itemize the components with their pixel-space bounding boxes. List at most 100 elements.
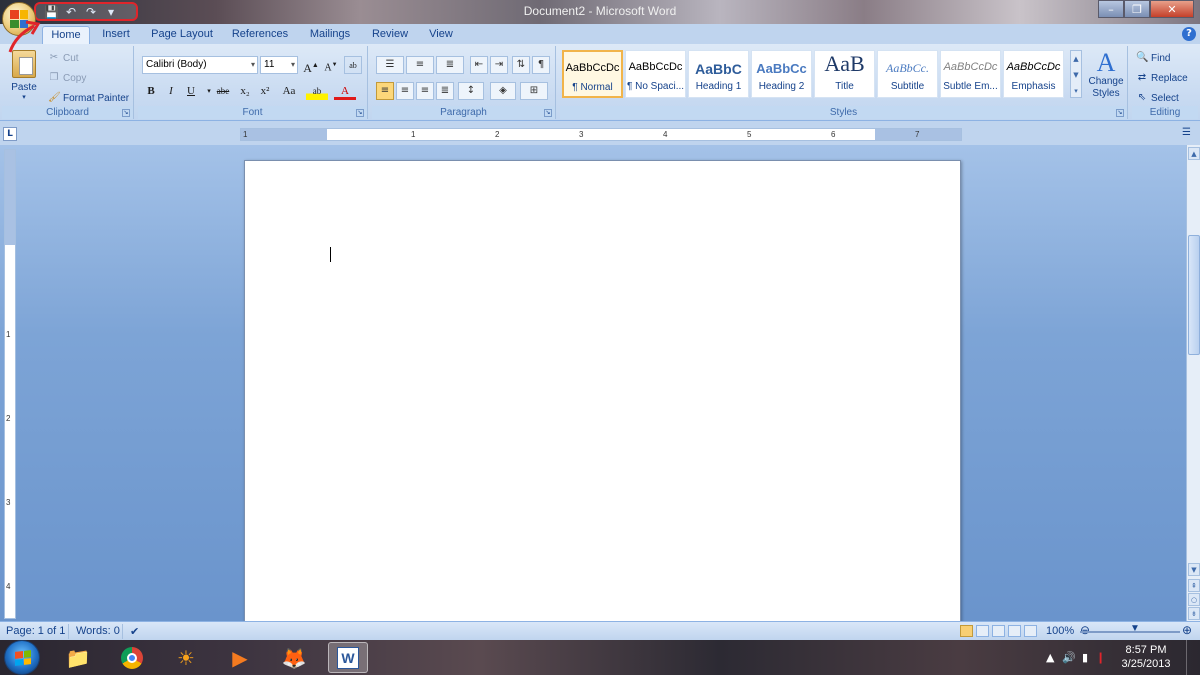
shrink-font-button[interactable]: A▼ <box>322 56 340 74</box>
borders-icon[interactable]: ⊞ <box>520 82 548 100</box>
web-layout-icon[interactable] <box>992 625 1005 637</box>
gallery-scroll[interactable]: ▲ ▼ ▾ <box>1070 50 1082 98</box>
volume-icon[interactable]: 🔊 <box>1062 651 1076 664</box>
italic-button[interactable]: I <box>162 82 180 100</box>
outline-icon[interactable] <box>1008 625 1021 637</box>
strikethrough-button[interactable]: abe <box>212 82 234 100</box>
battery-icon[interactable]: ▮ <box>1082 651 1088 664</box>
style-normal[interactable]: AaBbCcDc ¶ Normal <box>562 50 623 98</box>
draft-icon[interactable] <box>1024 625 1037 637</box>
previous-page-icon[interactable]: ⇞ <box>1188 579 1200 592</box>
increase-indent-icon[interactable]: ⇥ <box>490 56 508 74</box>
show-hidden-icons-icon[interactable]: ▲ <box>1046 651 1054 664</box>
print-layout-icon[interactable] <box>960 625 973 637</box>
word-icon[interactable]: W <box>328 642 368 673</box>
style-subtitle[interactable]: AaBbCc. Subtitle <box>877 50 938 98</box>
messenger-icon[interactable]: ☀ <box>166 642 206 673</box>
more-icon[interactable]: ▾ <box>1071 83 1081 99</box>
tab-references[interactable]: References <box>228 26 292 44</box>
tab-review[interactable]: Review <box>366 26 414 44</box>
paste-button[interactable]: Paste ▾ <box>6 48 42 104</box>
font-launcher-icon[interactable]: ↘ <box>356 109 364 117</box>
font-size-select[interactable]: 11 ▾ <box>260 56 298 74</box>
styles-launcher-icon[interactable]: ↘ <box>1116 109 1124 117</box>
align-right-icon[interactable]: ≡ <box>416 82 434 100</box>
restore-icon[interactable]: ❐ <box>1124 0 1150 18</box>
clock[interactable]: 8:57 PM 3/25/2013 <box>1116 643 1176 671</box>
proofing-icon[interactable]: ✔ <box>130 625 139 638</box>
line-spacing-icon[interactable]: ↕ <box>458 82 484 100</box>
undo-icon[interactable]: ↶ <box>64 5 78 19</box>
save-icon[interactable]: 💾 <box>44 5 59 19</box>
bold-button[interactable]: B <box>142 82 160 100</box>
style-no-spacing[interactable]: AaBbCcDc ¶ No Spaci... <box>625 50 686 98</box>
copy-button[interactable]: ❐ Copy <box>48 70 87 86</box>
numbering-icon[interactable]: ≡ <box>406 56 434 74</box>
close-icon[interactable]: ✕ <box>1150 0 1194 18</box>
tab-insert[interactable]: Insert <box>96 26 136 44</box>
replace-button[interactable]: ⇄ Replace <box>1136 70 1188 86</box>
style-heading-1[interactable]: AaBbC Heading 1 <box>688 50 749 98</box>
change-styles-button[interactable]: A Change Styles <box>1086 50 1126 106</box>
word-count[interactable]: Words: 0 <box>76 625 120 637</box>
shading-icon[interactable]: ◈ <box>490 82 516 100</box>
change-case-button[interactable]: Aa <box>278 82 300 100</box>
cut-button[interactable]: ✂ Cut <box>48 50 79 66</box>
chrome-icon[interactable] <box>112 642 152 673</box>
chevron-up-icon[interactable]: ▲ <box>1071 51 1081 67</box>
style-subtle-emphasis[interactable]: AaBbCcDc Subtle Em... <box>940 50 1001 98</box>
document-page[interactable] <box>244 160 961 621</box>
highlight-button[interactable]: ab <box>306 82 328 100</box>
align-left-icon[interactable]: ≡ <box>376 82 394 100</box>
next-page-icon[interactable]: ⇟ <box>1188 607 1200 620</box>
bullets-icon[interactable]: ☰ <box>376 56 404 74</box>
zoom-out-icon[interactable]: ⊖ <box>1080 623 1090 637</box>
help-icon[interactable]: ? <box>1182 27 1196 41</box>
view-ruler-icon[interactable]: ☰ <box>1182 127 1196 141</box>
justify-icon[interactable]: ≣ <box>436 82 454 100</box>
select-button[interactable]: ⇖ Select <box>1136 90 1179 106</box>
media-player-icon[interactable]: ▶ <box>220 642 260 673</box>
font-family-select[interactable]: Calibri (Body) ▾ <box>142 56 258 74</box>
font-color-button[interactable]: A <box>334 82 356 100</box>
decrease-indent-icon[interactable]: ⇤ <box>470 56 488 74</box>
style-emphasis[interactable]: AaBbCcDc Emphasis <box>1003 50 1064 98</box>
customize-dropdown-icon[interactable]: ▾ <box>104 5 118 19</box>
horizontal-ruler[interactable]: 1 1 2 3 4 5 6 7 <box>240 128 962 141</box>
find-button[interactable]: 🔍 Find <box>1136 50 1170 66</box>
underline-button[interactable]: U <box>182 82 200 100</box>
network-icon[interactable]: ❙ <box>1096 651 1105 664</box>
style-heading-2[interactable]: AaBbCc Heading 2 <box>751 50 812 98</box>
zoom-thumb[interactable]: ▼ <box>1130 623 1140 634</box>
full-screen-reading-icon[interactable] <box>976 625 989 637</box>
sort-icon[interactable]: ⇅ <box>512 56 530 74</box>
minimize-icon[interactable]: – <box>1098 0 1124 18</box>
tab-home[interactable]: Home <box>42 26 90 44</box>
tab-mailings[interactable]: Mailings <box>302 26 358 44</box>
firefox-icon[interactable]: 🦊 <box>274 642 314 673</box>
select-browse-object-icon[interactable]: ○ <box>1188 593 1200 606</box>
show-desktop-button[interactable] <box>1186 640 1200 675</box>
scroll-down-icon[interactable]: ▼ <box>1188 563 1200 576</box>
clipboard-launcher-icon[interactable]: ↘ <box>122 109 130 117</box>
paragraph-launcher-icon[interactable]: ↘ <box>544 109 552 117</box>
vertical-scrollbar[interactable]: ▲ ▼ ⇞ ○ ⇟ <box>1186 145 1200 621</box>
page-count[interactable]: Page: 1 of 1 <box>6 625 65 637</box>
tab-view[interactable]: View <box>422 26 460 44</box>
align-center-icon[interactable]: ≡ <box>396 82 414 100</box>
multilevel-list-icon[interactable]: ≣ <box>436 56 464 74</box>
zoom-in-icon[interactable]: ⊕ <box>1182 623 1192 637</box>
show-formatting-button[interactable]: ¶ <box>532 56 550 74</box>
start-button[interactable] <box>4 640 40 675</box>
explorer-icon[interactable]: 📁 <box>58 642 98 673</box>
vertical-ruler[interactable]: 1 2 3 4 <box>4 149 16 619</box>
tab-selector[interactable]: L <box>3 127 17 141</box>
grow-font-button[interactable]: A▲ <box>302 56 320 75</box>
scroll-thumb[interactable] <box>1188 235 1200 355</box>
chevron-down-icon[interactable]: ▼ <box>1071 67 1081 83</box>
scroll-up-icon[interactable]: ▲ <box>1188 147 1200 160</box>
format-painter-button[interactable]: 🖌 Format Painter <box>48 90 129 106</box>
subscript-button[interactable]: x₂ <box>236 82 254 100</box>
zoom-level[interactable]: 100% <box>1046 625 1074 637</box>
style-title[interactable]: AaB Title <box>814 50 875 98</box>
